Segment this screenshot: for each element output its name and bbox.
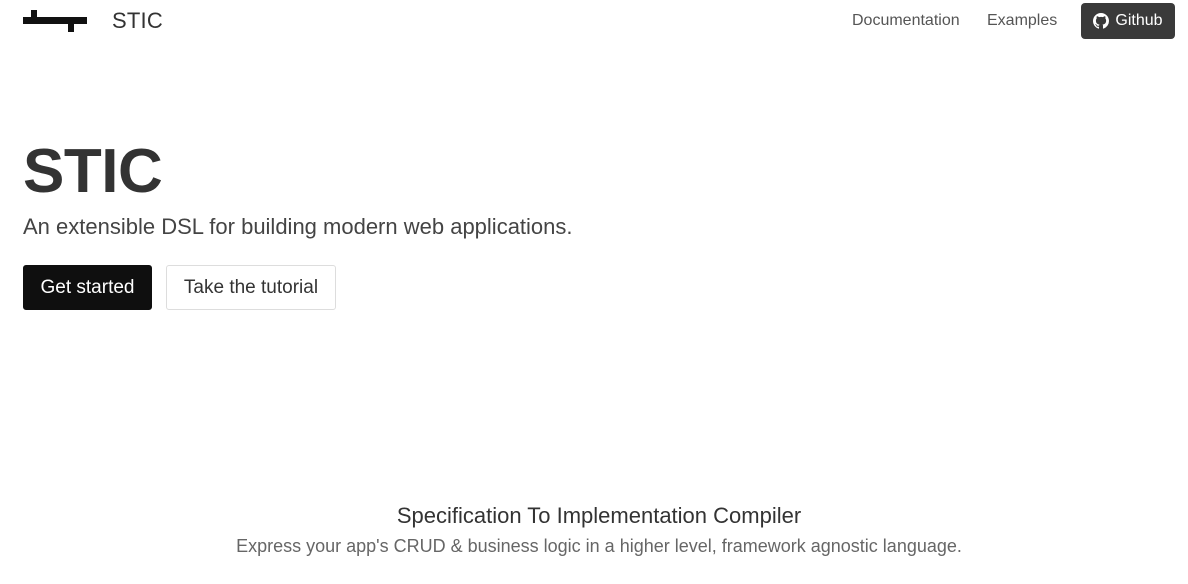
brand-link[interactable]: STIC bbox=[23, 6, 163, 36]
feature-title: Specification To Implementation Compiler bbox=[396, 503, 802, 528]
nav-link-examples[interactable]: Examples bbox=[987, 11, 1057, 31]
hero-subtitle: An extensible DSL for building modern we… bbox=[23, 214, 573, 239]
brand-name: STIC bbox=[112, 8, 163, 33]
github-button-label: Github bbox=[1115, 12, 1163, 29]
get-started-button[interactable]: Get started bbox=[23, 265, 152, 310]
navbar: STIC Documentation Examples Github bbox=[0, 0, 1188, 42]
stic-logo-icon bbox=[23, 10, 87, 32]
take-tutorial-button[interactable]: Take the tutorial bbox=[166, 265, 336, 310]
nav-link-documentation[interactable]: Documentation bbox=[852, 11, 960, 31]
github-button[interactable]: Github bbox=[1081, 3, 1175, 39]
github-icon bbox=[1093, 13, 1110, 29]
hero-title: STIC bbox=[23, 137, 163, 206]
feature-description: Express your app's CRUD & business logic… bbox=[236, 536, 962, 556]
